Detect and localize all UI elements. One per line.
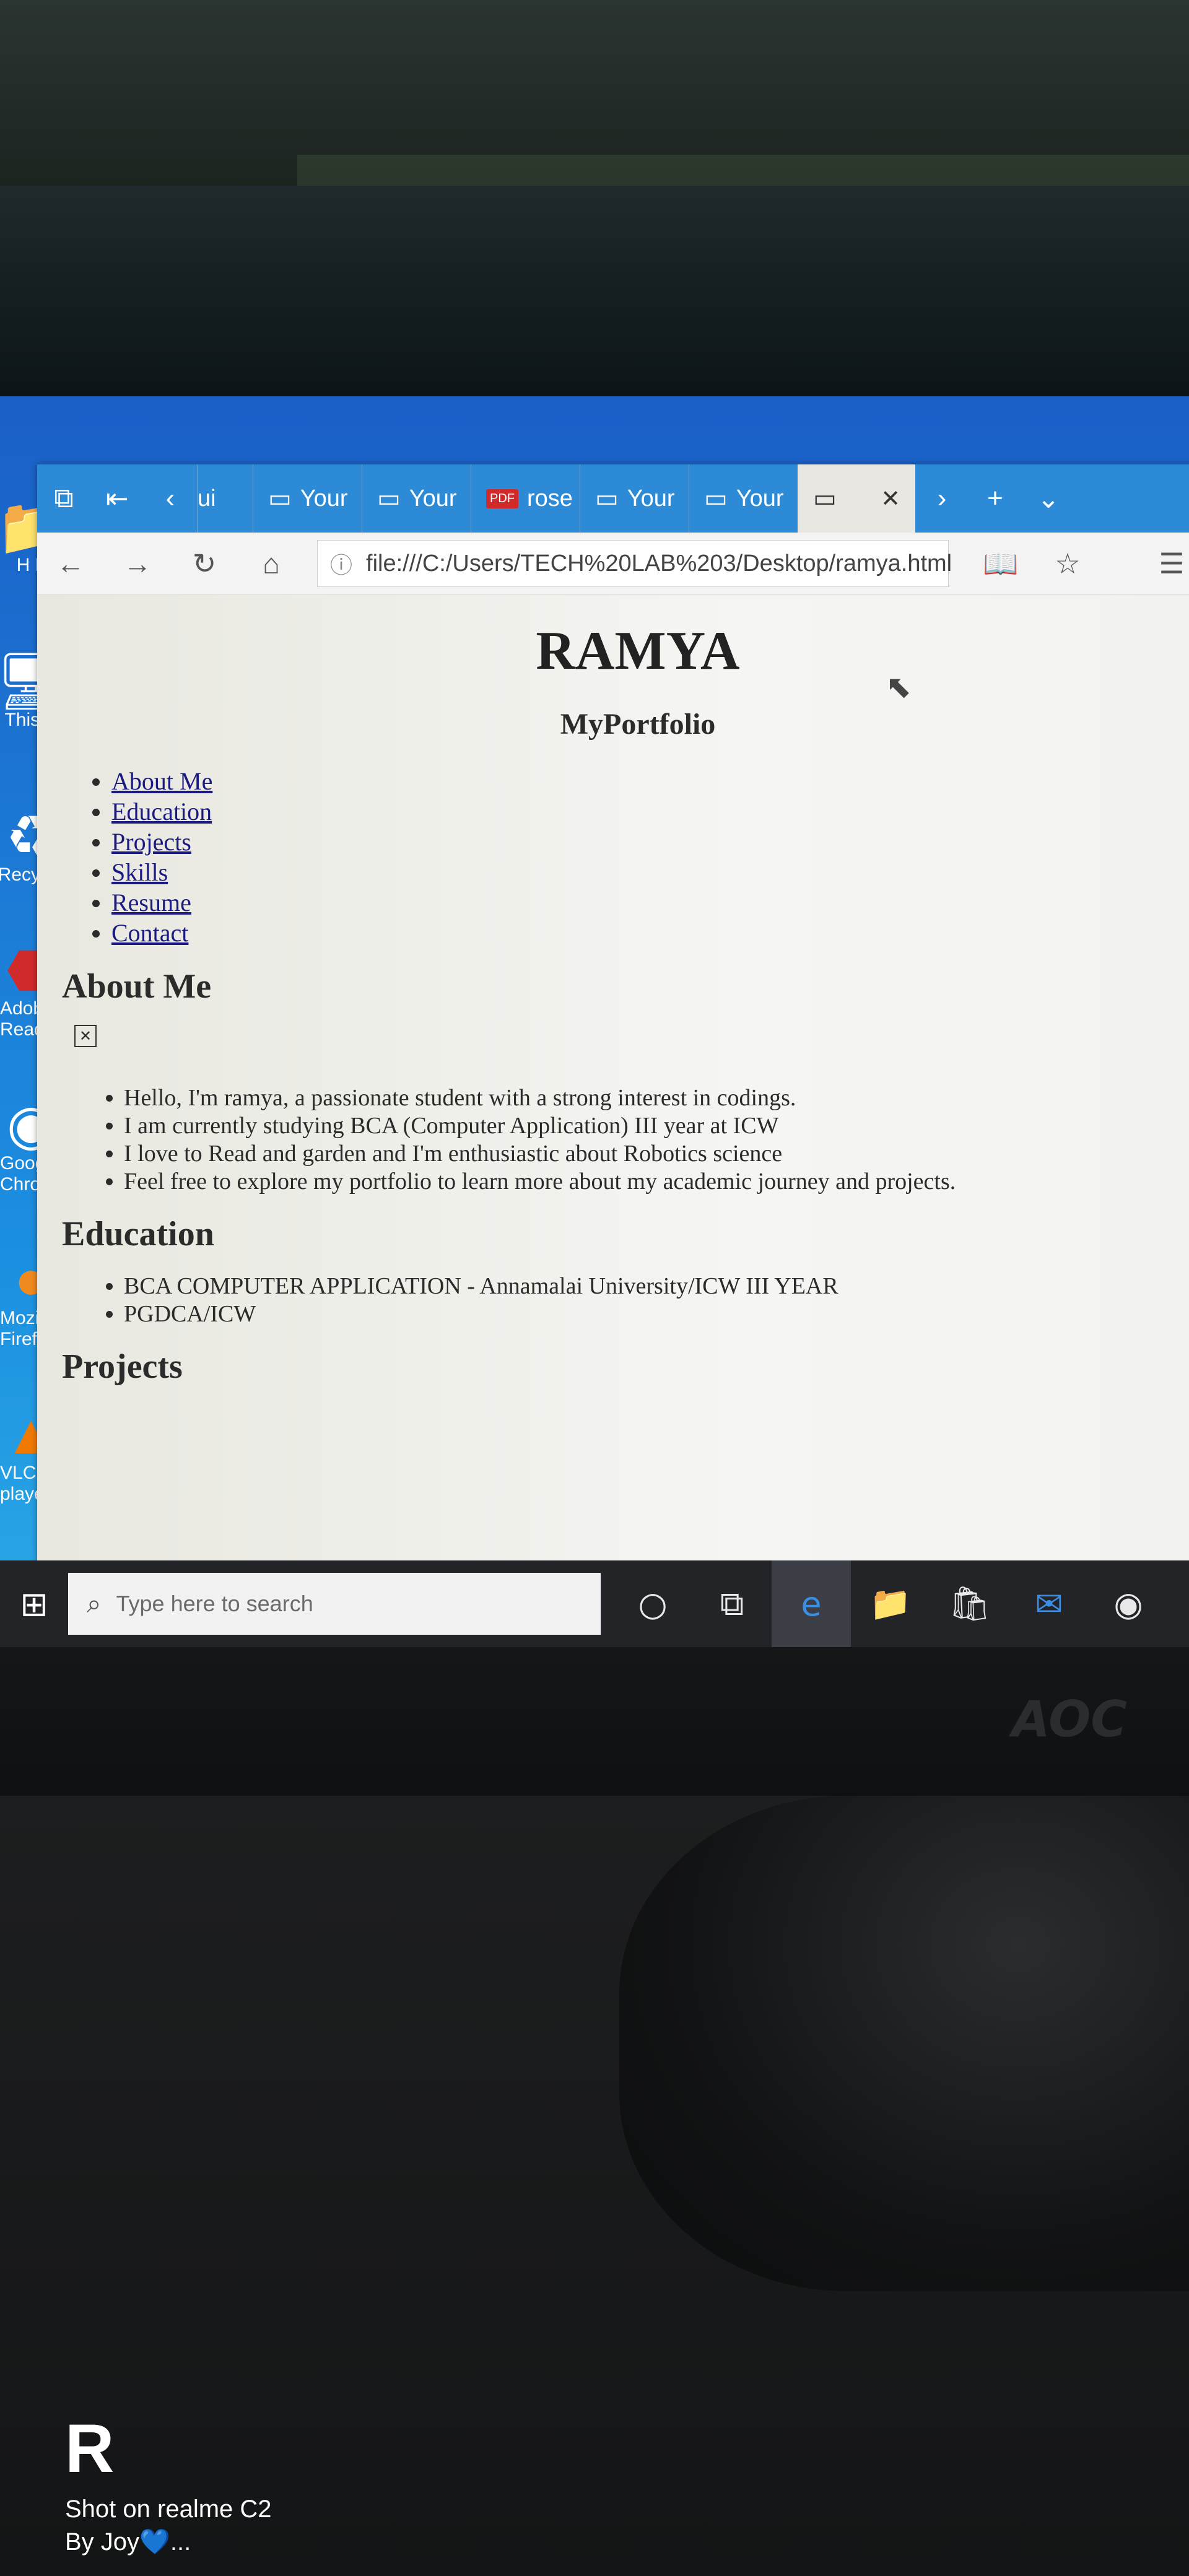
camera-watermark: R Shot on realme C2 By Joy💙... (65, 2415, 272, 2556)
watermark-device: Shot on realme C2 (65, 2496, 272, 2523)
list-item: PGDCA/ICW (124, 1300, 1189, 1328)
site-nav: About Me Education Projects Skills Resum… (62, 766, 1189, 948)
close-tab-icon[interactable]: ✕ (881, 485, 900, 513)
nav-item: Resume (111, 887, 1189, 918)
url-field[interactable]: ⓘ file:///C:/Users/TECH%20LAB%203/Deskto… (317, 540, 952, 587)
projects-heading: Projects (62, 1347, 183, 1386)
monitor-screen: 📁 H L 🖥 This P ♻ Recycle ⬣ Adob Reade ◉ Goog … (0, 396, 1189, 1647)
tab[interactable]: ▭ Your (362, 464, 471, 533)
url-text: file:///C:/Users/TECH%20LAB%203/Desktop/… (366, 550, 952, 577)
nav-item: Projects (111, 827, 1189, 857)
tab-page-icon: ▭ (268, 485, 292, 512)
page-subtitle: MyPortfolio (560, 708, 716, 741)
broken-image-icon: ✕ (74, 1025, 97, 1047)
forward-icon[interactable]: → (104, 533, 171, 594)
favorites-list-icon[interactable]: ☰ (1138, 533, 1189, 594)
taskbar: ⊞ ⌕ Type here to search ○ ⧉ e 📁 🛍 ✉ ◉ (0, 1560, 1189, 1647)
home-icon[interactable]: ⌂ (238, 533, 305, 594)
mouse-cursor-icon: ⬉ (886, 669, 912, 705)
web-page: RAMYA MyPortfolio About Me Education Pro… (37, 595, 1189, 1573)
nav-link-projects[interactable]: Projects (111, 828, 191, 856)
back-icon[interactable]: ← (37, 533, 104, 594)
list-item: I am currently studying BCA (Computer Ap… (124, 1112, 1189, 1140)
education-list: BCA COMPUTER APPLICATION - Annamalai Uni… (62, 1273, 1189, 1328)
scroll-tabs-right-icon[interactable]: › (915, 464, 969, 533)
tab-page-icon: ▭ (813, 485, 837, 512)
mail-icon[interactable]: ✉ (1009, 1560, 1089, 1647)
task-view-icon[interactable]: ⧉ (692, 1560, 772, 1647)
show-tabs-icon[interactable]: ⇤ (90, 464, 144, 533)
education-heading: Education (62, 1215, 214, 1253)
favorite-star-icon[interactable]: ☆ (1034, 533, 1101, 594)
tab-page-icon: ▭ (595, 485, 619, 512)
list-item: BCA COMPUTER APPLICATION - Annamalai Uni… (124, 1273, 1189, 1300)
tab[interactable]: ▭ Your (580, 464, 689, 533)
search-icon: ⌕ (87, 1588, 102, 1618)
tab[interactable]: ▭ Your (689, 464, 798, 533)
monitor-bezel (0, 186, 1189, 396)
nav-item: Contact (111, 918, 1189, 948)
chrome-icon[interactable]: ◉ (1089, 1560, 1168, 1647)
nav-link-about-me[interactable]: About Me (111, 767, 212, 795)
info-icon: ⓘ (330, 552, 353, 578)
tab[interactable]: ▭ Your (253, 464, 362, 533)
tab-page-icon: ▭ (704, 485, 728, 512)
address-bar: ← → ↻ ⌂ ⓘ file:///C:/Users/TECH%20LAB%20… (37, 533, 1189, 595)
start-button[interactable]: ⊞ (0, 1560, 68, 1647)
address-tools: 📖 ☆ ☰ (967, 533, 1189, 594)
taskbar-search-input[interactable]: ⌕ Type here to search (68, 1573, 601, 1635)
nav-link-resume[interactable]: Resume (111, 889, 191, 916)
monitor-bezel-bottom (0, 1647, 1189, 1796)
nav-item: Education (111, 796, 1189, 827)
tab-preview-chevron-icon[interactable]: ⌄ (1022, 464, 1075, 533)
monitor-stand (619, 1796, 1189, 2291)
windows-logo-icon: ⊞ (20, 1584, 48, 1624)
list-item: I love to Read and garden and I'm enthus… (124, 1140, 1189, 1168)
monitor-brand: AOC (1011, 1690, 1127, 1748)
taskbar-apps: ○ ⧉ e 📁 🛍 ✉ ◉ (613, 1560, 1168, 1647)
store-icon[interactable]: 🛍 (930, 1560, 1009, 1647)
nav-item: About Me (111, 766, 1189, 796)
list-item: Hello, I'm ramya, a passionate student w… (124, 1084, 1189, 1112)
tab-active[interactable]: ▭ ✕ (798, 464, 915, 533)
tab-page-icon: ▭ (377, 485, 401, 512)
scroll-tabs-left-icon[interactable]: ‹ (144, 464, 197, 533)
nav-item: Skills (111, 857, 1189, 887)
list-item: Feel free to explore my portfolio to lea… (124, 1168, 1189, 1196)
file-explorer-icon[interactable]: 📁 (851, 1560, 930, 1647)
nav-link-skills[interactable]: Skills (111, 858, 168, 886)
refresh-icon[interactable]: ↻ (171, 533, 238, 594)
realme-logo: R (65, 2411, 115, 2487)
pdf-icon: PDF (486, 489, 518, 508)
reading-view-icon[interactable]: 📖 (967, 533, 1034, 594)
cortana-icon[interactable]: ○ (613, 1560, 692, 1647)
page-title: RAMYA (536, 621, 740, 681)
nav-link-contact[interactable]: Contact (111, 919, 188, 947)
set-aside-tabs-icon[interactable]: ⧉ (37, 464, 90, 533)
browser-window: ⧉ ⇤ ‹ ui ▭ Your ▭ Your PDF rose ▭ Your ▭ Your… (37, 464, 1189, 1573)
tab[interactable]: PDF rose (471, 464, 580, 533)
nav-link-education[interactable]: Education (111, 798, 212, 825)
edge-icon[interactable]: e (772, 1560, 851, 1647)
about-heading: About Me (62, 967, 212, 1006)
new-tab-icon[interactable]: + (969, 464, 1022, 533)
about-list: Hello, I'm ramya, a passionate student w… (62, 1084, 1189, 1196)
tab[interactable]: ui (197, 464, 253, 533)
tab-bar: ⧉ ⇤ ‹ ui ▭ Your ▭ Your PDF rose ▭ Your ▭ Your… (37, 464, 1189, 533)
watermark-author: By Joy💙... (65, 2528, 191, 2556)
